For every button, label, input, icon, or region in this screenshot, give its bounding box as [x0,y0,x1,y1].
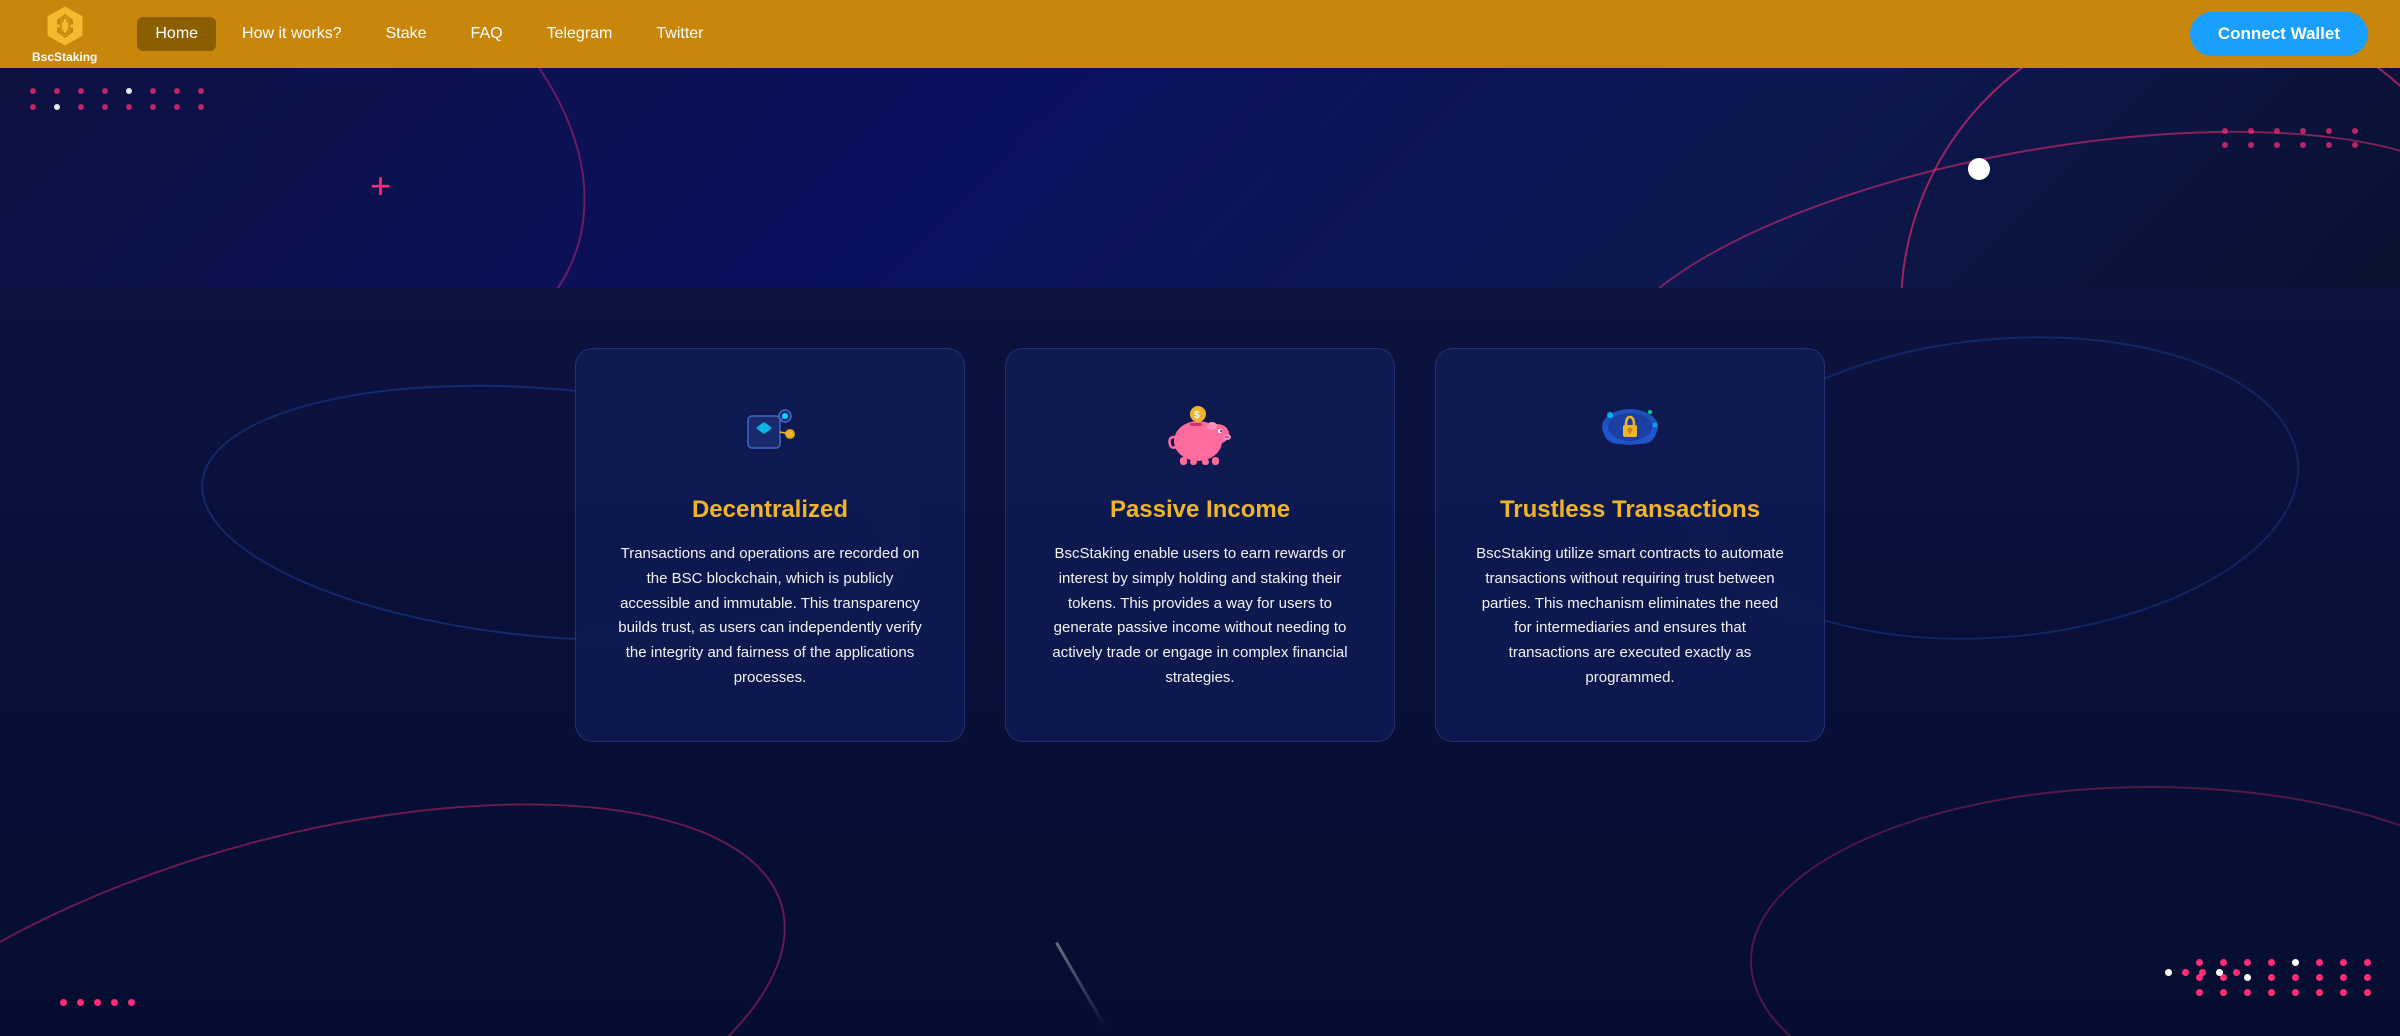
cards-container: Decentralized Transactions and operation… [0,288,2400,802]
nav-telegram[interactable]: Telegram [529,17,631,51]
card-passive-income: $ Passive Income BscStaking enable users… [1005,348,1395,742]
main-section: Decentralized Transactions and operation… [0,288,2400,1036]
bottom-dots-left [60,999,135,1006]
card-trustless-title: Trustless Transactions [1474,496,1786,524]
card-passive-income-title: Passive Income [1044,496,1356,524]
bottom-dots-right-row [2165,969,2240,976]
bg-wave-4 [1750,786,2400,1036]
svg-text:$: $ [1194,410,1200,421]
trustless-icon [1590,394,1670,474]
card-decentralized: Decentralized Transactions and operation… [575,348,965,742]
logo-link[interactable]: BscStaking [32,4,97,64]
nav-stake[interactable]: Stake [368,17,445,51]
navbar: BscStaking Home How it works? Stake FAQ … [0,0,2400,68]
card-trustless: Trustless Transactions BscStaking utiliz… [1435,348,1825,742]
nav-faq[interactable]: FAQ [453,17,521,51]
card-decentralized-desc: Transactions and operations are recorded… [614,542,926,691]
decentralized-icon [730,394,810,474]
nav-how-it-works[interactable]: How it works? [224,17,360,51]
hero-dots-topleft [30,88,212,110]
slash-decoration [1055,942,1108,1030]
card-trustless-desc: BscStaking utilize smart contracts to au… [1474,542,1786,691]
connect-wallet-button[interactable]: Connect Wallet [2190,12,2368,56]
card-decentralized-title: Decentralized [614,496,926,524]
nav-links: Home How it works? Stake FAQ Telegram Tw… [137,17,2189,51]
hero-circle-decoration [1968,158,1990,180]
nav-home[interactable]: Home [137,17,216,51]
passive-income-icon: $ [1160,394,1240,474]
card-passive-income-desc: BscStaking enable users to earn rewards … [1044,542,1356,691]
nav-twitter[interactable]: Twitter [638,17,721,51]
hero-section: + [0,68,2400,288]
bg-dots-right [2196,959,2380,996]
hero-dots-topright [2222,128,2370,148]
logo-icon [43,4,87,48]
hero-plus-icon: + [370,168,391,204]
logo-text: BscStaking [32,50,97,64]
